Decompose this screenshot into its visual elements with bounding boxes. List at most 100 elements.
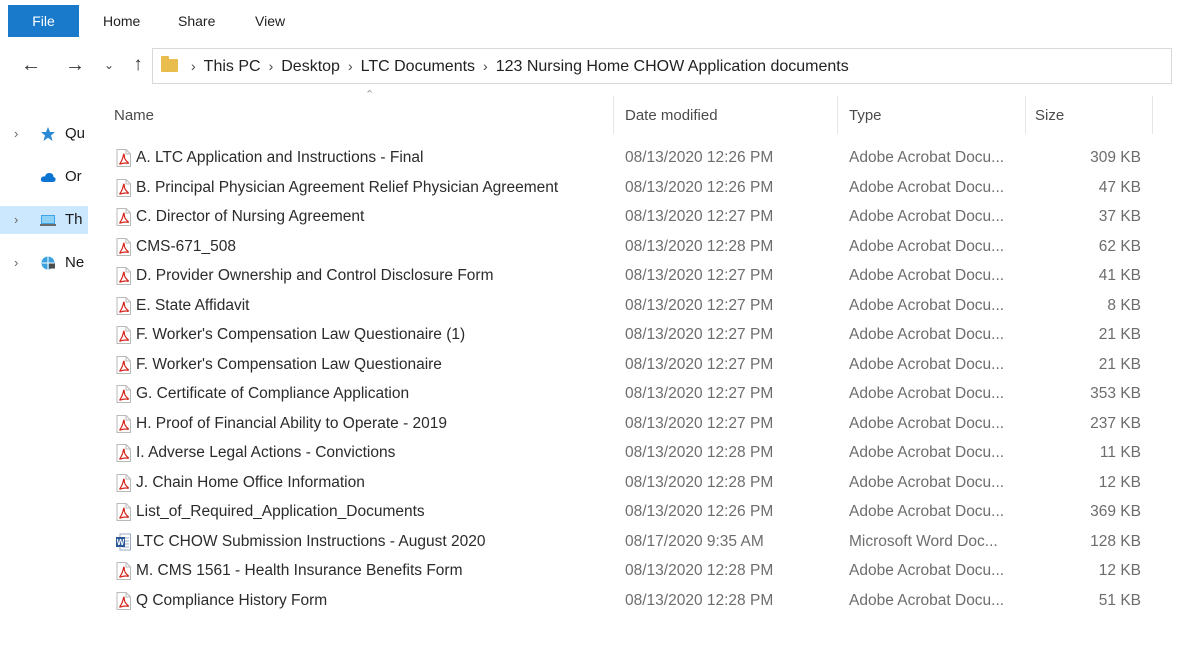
file-size: 128 KB	[1090, 532, 1141, 550]
file-size: 12 KB	[1098, 473, 1141, 491]
column-header-date-modified[interactable]: Date modified	[625, 101, 718, 131]
file-date-modified: 08/13/2020 12:27 PM	[625, 326, 774, 343]
file-size: 21 KB	[1098, 326, 1141, 343]
star-icon	[41, 127, 55, 141]
file-row[interactable]: List_of_Required_Application_Documents 08…	[108, 497, 1158, 526]
file-name: F. Worker's Compensation Law Questionair…	[136, 355, 442, 373]
file-size: 51 KB	[1098, 591, 1141, 609]
column-divider[interactable]	[837, 96, 838, 134]
file-type: Adobe Acrobat Docu...	[849, 444, 1005, 461]
forward-button[interactable]: →	[62, 52, 88, 78]
sidebar-item-network[interactable]: › Ne	[0, 249, 88, 277]
file-row[interactable]: M. CMS 1561 - Health Insurance Benefits …	[108, 556, 1158, 585]
word-doc-icon: W	[116, 533, 131, 550]
pdf-icon	[116, 503, 131, 521]
sidebar-item-label: Or	[65, 168, 82, 185]
file-date-modified: 08/13/2020 12:28 PM	[625, 591, 774, 609]
file-date-modified: 08/13/2020 12:28 PM	[625, 444, 774, 461]
column-header-name[interactable]: Name	[114, 101, 154, 131]
file-row[interactable]: E. State Affidavit 08/13/2020 12:27 PM Ado…	[108, 291, 1158, 320]
column-divider[interactable]	[1152, 96, 1153, 134]
sort-ascending-icon: ⌃	[365, 89, 375, 101]
tab-view[interactable]: View	[255, 5, 285, 37]
back-button[interactable]: ←	[18, 52, 44, 78]
file-date-modified: 08/13/2020 12:28 PM	[625, 237, 774, 255]
tab-file[interactable]: File	[8, 5, 79, 37]
column-header-size[interactable]: Size	[1035, 101, 1064, 131]
pdf-icon	[116, 562, 131, 580]
file-date-modified: 08/13/2020 12:27 PM	[625, 355, 774, 373]
file-size: 309 KB	[1090, 149, 1141, 166]
file-row[interactable]: I. Adverse Legal Actions - Convictions 08…	[108, 438, 1158, 467]
breadcrumb-ltc-documents[interactable]: LTC Documents	[361, 58, 475, 75]
tab-home[interactable]: Home	[103, 5, 140, 37]
file-name: C. Director of Nursing Agreement	[136, 208, 365, 225]
sidebar-item-this-pc[interactable]: › Th	[0, 206, 88, 234]
arrow-right-icon: →	[65, 54, 85, 76]
file-row[interactable]: D. Provider Ownership and Control Disclo…	[108, 261, 1158, 290]
chevron-right-icon[interactable]: ›	[14, 206, 18, 234]
sidebar-item-quick-access[interactable]: › Qu	[0, 120, 88, 148]
file-type: Microsoft Word Doc...	[849, 532, 998, 550]
file-row[interactable]: G. Certificate of Compliance Application…	[108, 379, 1158, 408]
cloud-icon	[40, 172, 56, 182]
sidebar-item-onedrive[interactable]: Or	[0, 163, 88, 191]
file-name: B. Principal Physician Agreement Relief …	[136, 178, 559, 196]
file-type: Adobe Acrobat Docu...	[849, 237, 1005, 255]
file-type: Adobe Acrobat Docu...	[849, 267, 1005, 284]
breadcrumb-desktop[interactable]: Desktop	[281, 58, 340, 75]
file-size: 62 KB	[1098, 237, 1141, 255]
arrow-up-icon: ↑	[133, 54, 143, 75]
computer-icon	[40, 215, 56, 226]
file-type: Adobe Acrobat Docu...	[849, 591, 1005, 609]
chevron-right-icon[interactable]: ›	[14, 249, 18, 277]
tab-share[interactable]: Share	[178, 5, 215, 37]
file-row[interactable]: W LTC CHOW Submission Instructions - Augu…	[108, 527, 1158, 556]
navigation-pane: › Qu Or › Th › Ne	[0, 96, 88, 652]
file-name: G. Certificate of Compliance Application	[136, 385, 410, 402]
file-date-modified: 08/13/2020 12:28 PM	[625, 473, 774, 491]
pdf-icon	[116, 414, 131, 433]
file-type: Adobe Acrobat Docu...	[849, 149, 1005, 166]
folder-icon	[161, 56, 178, 72]
file-date-modified: 08/13/2020 12:26 PM	[625, 178, 774, 196]
file-size: 8 KB	[1107, 296, 1141, 314]
pdf-icon	[116, 385, 131, 403]
navigation-bar: ← → ⌄ ↑ › This PC › Desktop › LTC Documents › 1…	[0, 44, 1191, 88]
file-row[interactable]: C. Director of Nursing Agreement 08/13/20…	[108, 202, 1158, 231]
column-divider[interactable]	[613, 96, 614, 134]
network-icon	[41, 256, 55, 270]
pdf-icon	[116, 591, 131, 610]
file-size: 47 KB	[1098, 178, 1141, 196]
address-bar[interactable]: › This PC › Desktop › LTC Documents › 123 Nursi…	[152, 48, 1172, 84]
recent-locations-button[interactable]: ⌄	[96, 52, 122, 78]
file-date-modified: 08/17/2020 9:35 AM	[625, 532, 764, 550]
file-row[interactable]: F. Worker's Compensation Law Questionair…	[108, 350, 1158, 379]
file-row[interactable]: CMS-671_508 08/13/2020 12:28 PM Adobe Acro…	[108, 232, 1158, 261]
breadcrumb-current-folder[interactable]: 123 Nursing Home CHOW Application docume…	[496, 58, 849, 75]
chevron-right-icon[interactable]: ›	[14, 120, 18, 148]
file-row[interactable]: Q Compliance History Form 08/13/2020 12:2…	[108, 586, 1158, 615]
file-name: D. Provider Ownership and Control Disclo…	[136, 267, 494, 284]
file-name: F. Worker's Compensation Law Questionair…	[136, 326, 466, 343]
svg-text:W: W	[117, 538, 125, 547]
column-divider[interactable]	[1025, 96, 1026, 134]
breadcrumb-this-pc[interactable]: This PC	[204, 58, 261, 75]
pdf-icon	[116, 355, 131, 374]
up-button[interactable]: ↑	[125, 52, 151, 78]
file-row[interactable]: A. LTC Application and Instructions - Fi…	[108, 143, 1158, 172]
file-date-modified: 08/13/2020 12:27 PM	[625, 414, 774, 432]
column-header-type[interactable]: Type	[849, 101, 882, 131]
chevron-down-icon: ⌄	[103, 58, 115, 72]
arrow-left-icon: ←	[21, 54, 41, 76]
file-row[interactable]: B. Principal Physician Agreement Relief …	[108, 173, 1158, 202]
file-type: Adobe Acrobat Docu...	[849, 414, 1005, 432]
file-row[interactable]: F. Worker's Compensation Law Questionair…	[108, 320, 1158, 349]
file-row[interactable]: H. Proof of Financial Ability to Operate…	[108, 409, 1158, 438]
file-type: Adobe Acrobat Docu...	[849, 296, 1005, 314]
file-name: A. LTC Application and Instructions - Fi…	[136, 149, 424, 166]
sidebar-item-label: Th	[65, 211, 83, 228]
file-type: Adobe Acrobat Docu...	[849, 355, 1005, 373]
file-date-modified: 08/13/2020 12:27 PM	[625, 296, 774, 314]
file-row[interactable]: J. Chain Home Office Information 08/13/20…	[108, 468, 1158, 497]
